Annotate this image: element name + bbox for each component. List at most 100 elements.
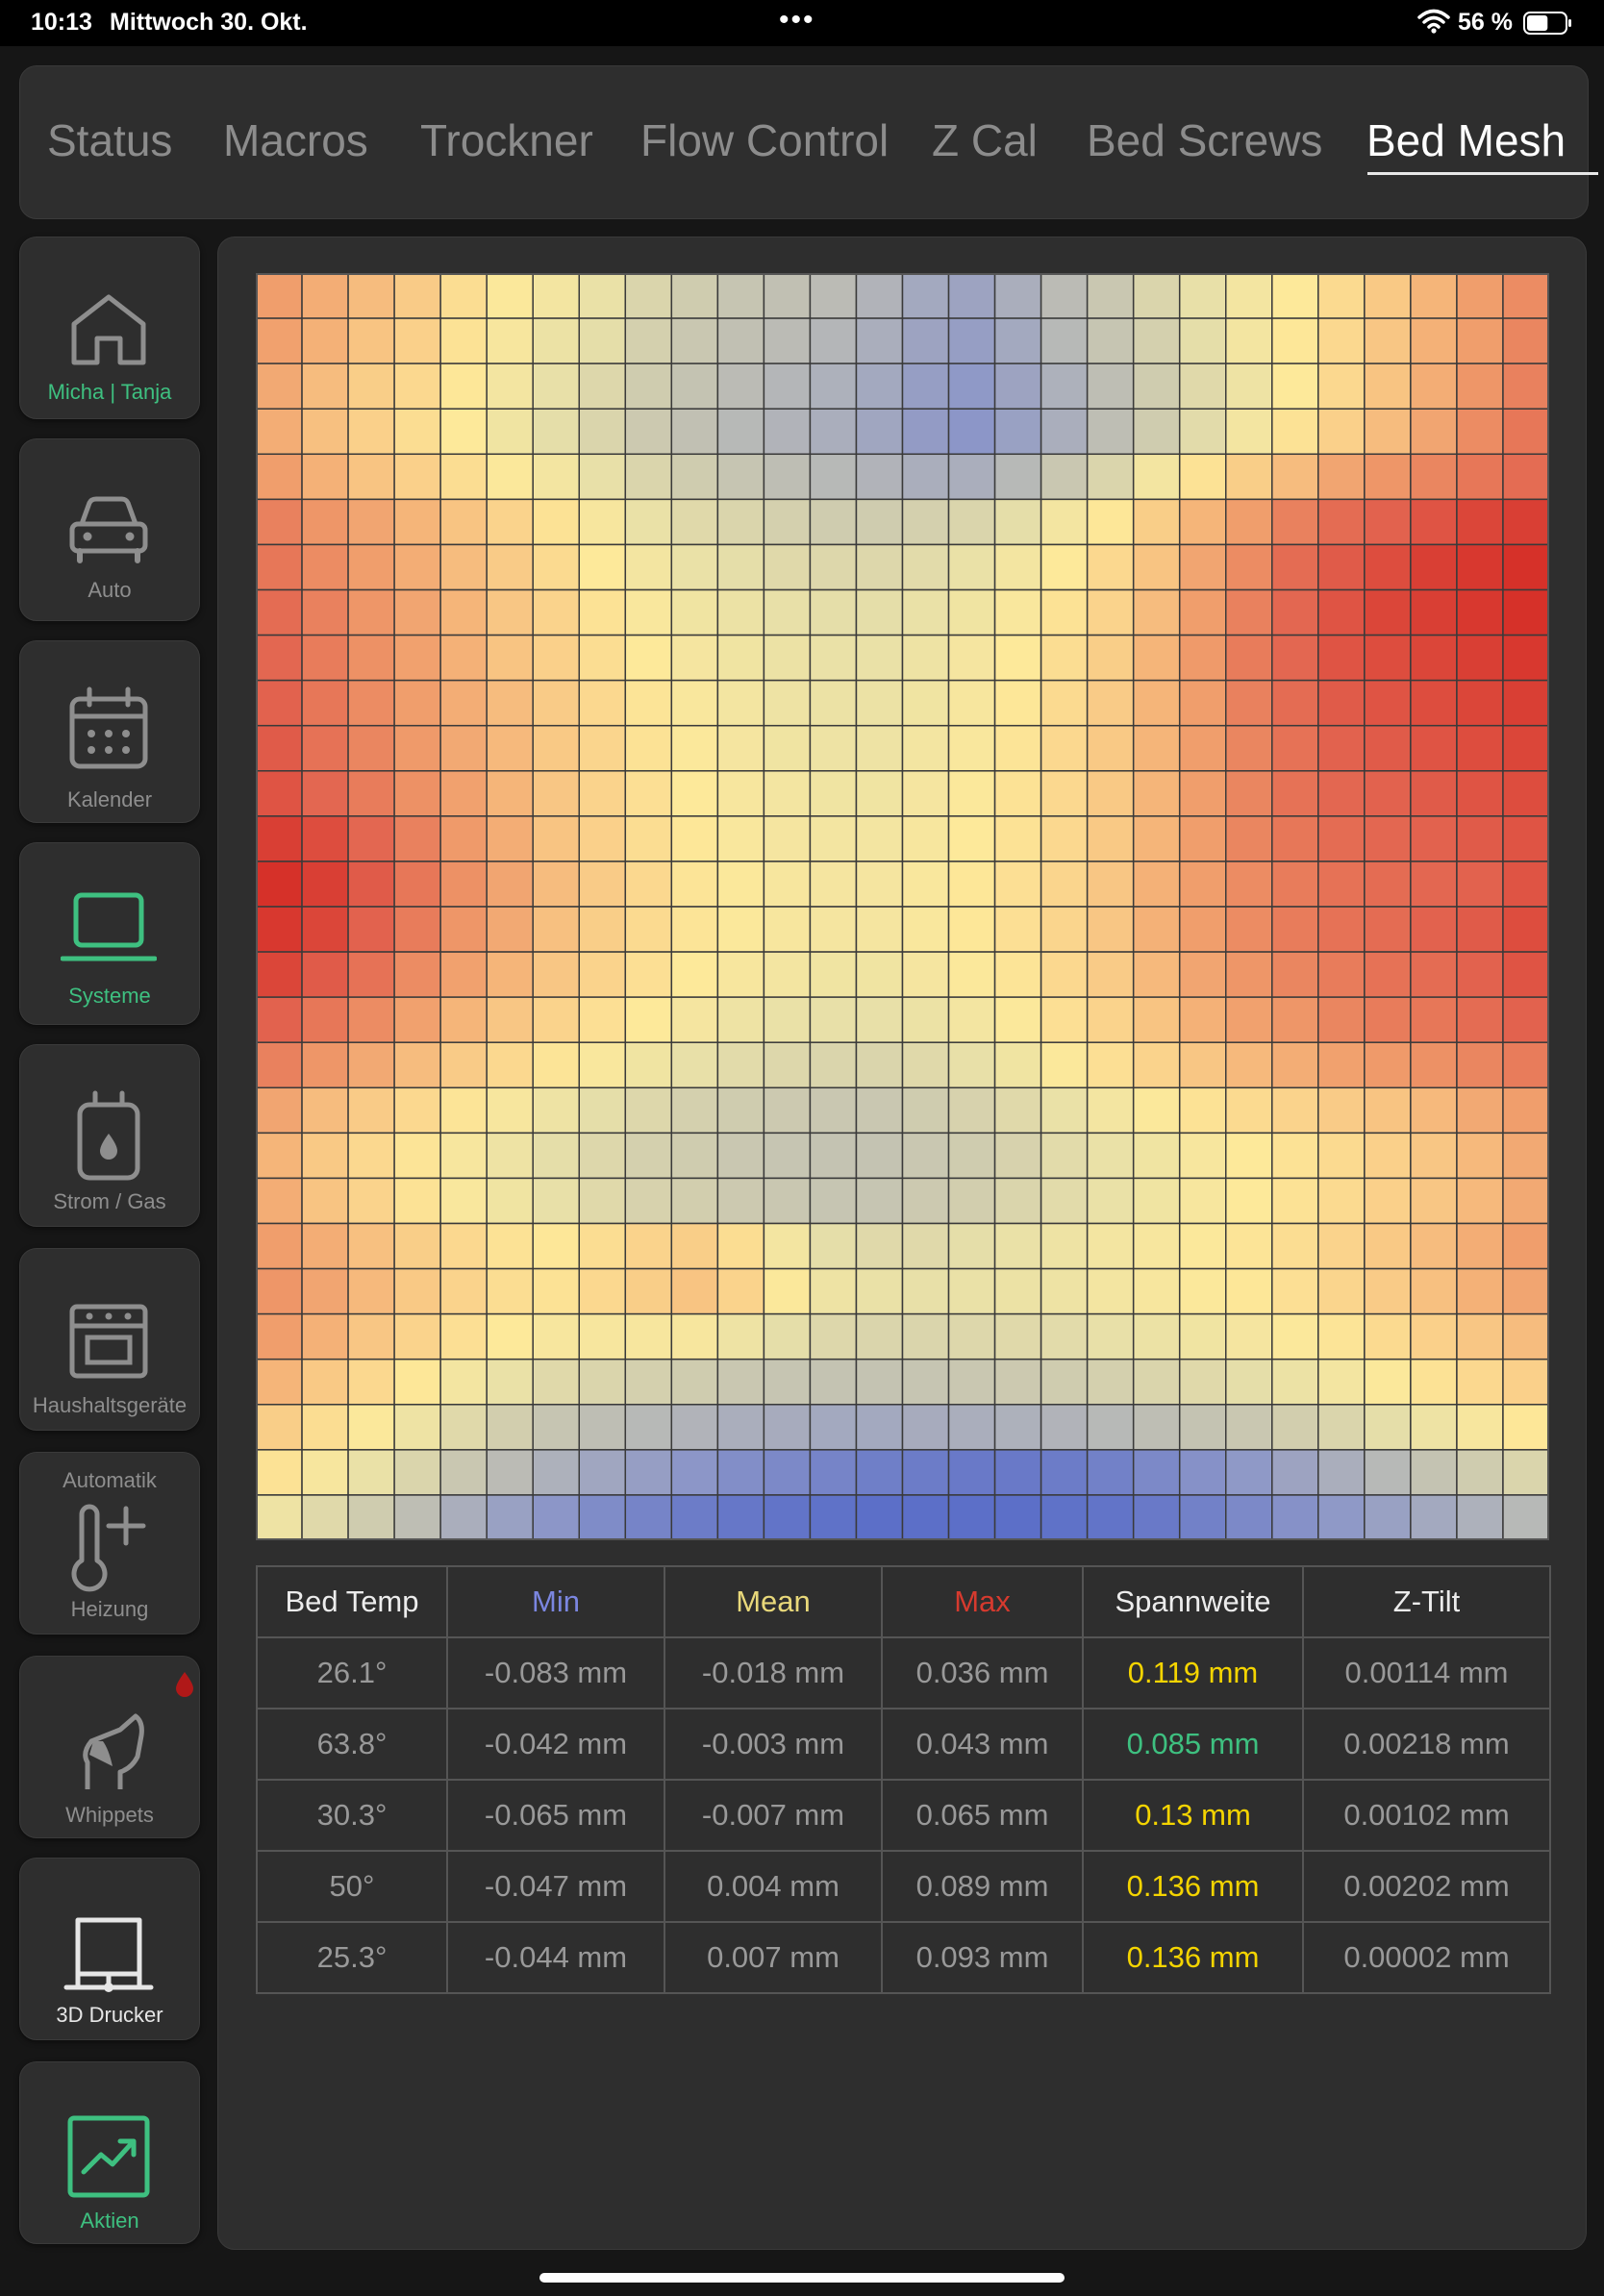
mesh-cell-r11-c5 [486,770,534,817]
sidebar-item-aktien[interactable]: Aktien [19,2061,200,2244]
mesh-cell-r27-c15 [947,1494,996,1540]
multitasking-dots[interactable]: ••• [779,4,815,37]
mesh-cell-r6-c11 [763,543,812,591]
mesh-cell-r20-c3 [393,1177,441,1225]
tab-macros[interactable]: Macros [223,114,368,166]
mesh-cell-r2-c16 [993,362,1042,410]
tab-trockner[interactable]: Trockner [420,114,593,166]
mesh-cell-r5-c25 [1410,498,1458,546]
mesh-cell-r15-c13 [855,951,904,998]
mesh-cell-r22-c2 [347,1267,395,1315]
mesh-cell-r12-c8 [624,815,673,862]
sidebar-label-haushaltsgeraete: Haushaltsgeräte [32,1393,188,1417]
mesh-cell-r3-c6 [532,408,580,456]
mesh-cell-r24-c19 [1132,1358,1181,1406]
mesh-cell-r1-c0 [256,317,303,364]
mesh-cell-r26-c0 [256,1449,303,1496]
mesh-cell-r13-c6 [532,861,580,908]
mesh-cell-r2-c4 [439,362,488,410]
mesh-cell-r11-c19 [1132,770,1181,817]
mesh-cell-r14-c8 [624,906,673,953]
mesh-cell-r12-c15 [947,815,996,862]
mesh-cell-r13-c25 [1410,861,1458,908]
mesh-cell-r26-c19 [1132,1449,1181,1496]
mesh-cell-r16-c16 [993,996,1042,1043]
mesh-cell-r26-c14 [901,1449,950,1496]
mesh-cell-r9-c16 [993,679,1042,727]
mesh-cell-r17-c24 [1364,1041,1412,1089]
mesh-cell-r2-c25 [1410,362,1458,410]
mesh-cell-r9-c14 [901,679,950,727]
mesh-cell-r3-c2 [347,408,395,456]
mesh-cell-r26-c17 [1040,1449,1089,1496]
mesh-cell-r27-c18 [1086,1494,1135,1540]
mesh-cell-r7-c6 [532,588,580,636]
mesh-cell-r10-c10 [716,724,765,772]
tab-bed-mesh[interactable]: Bed Mesh [1366,114,1566,166]
sidebar-item-kalender[interactable]: Kalender [19,640,200,823]
mesh-cell-r23-c0 [256,1312,303,1360]
mesh-cell-r19-c15 [947,1132,996,1180]
laptop-icon [61,892,157,961]
mesh-cell-r11-c22 [1271,770,1319,817]
sidebar-item-haushaltsgeraete[interactable]: Haushaltsgeräte [19,1248,200,1431]
mesh-cell-r27-c26 [1456,1494,1504,1540]
mesh-cell-r17-c16 [993,1041,1042,1089]
mesh-cell-r6-c2 [347,543,395,591]
mesh-cell-r21-c13 [855,1222,904,1270]
mesh-cell-r8-c13 [855,634,904,682]
mesh-cell-r0-c25 [1410,273,1458,319]
mesh-cell-r25-c17 [1040,1404,1089,1451]
mesh-cell-r0-c9 [670,273,719,319]
mesh-cell-r15-c16 [993,951,1042,998]
mesh-cell-r1-c13 [855,317,904,364]
mesh-cell-r3-c9 [670,408,719,456]
mesh-cell-r11-c7 [578,770,627,817]
cell-mean: 0.004 mm [664,1850,883,1923]
mesh-cell-r11-c17 [1040,770,1089,817]
mesh-cell-r0-c23 [1317,273,1366,319]
sidebar-item-home[interactable]: Micha | Tanja [19,237,200,419]
mesh-cell-r0-c18 [1086,273,1135,319]
mesh-cell-r6-c5 [486,543,534,591]
mesh-cell-r6-c1 [301,543,349,591]
mesh-cell-r1-c25 [1410,317,1458,364]
sidebar-item-heizung[interactable]: Automatik Heizung [19,1452,200,1635]
mesh-cell-r27-c0 [256,1494,303,1540]
mesh-cell-r11-c23 [1317,770,1366,817]
tab-bed-screws[interactable]: Bed Screws [1087,114,1322,166]
mesh-cell-r24-c22 [1271,1358,1319,1406]
mesh-cell-r18-c4 [439,1086,488,1135]
mesh-cell-r21-c7 [578,1222,627,1270]
sidebar-item-strom-gas[interactable]: Strom / Gas [19,1044,200,1227]
mesh-cell-r14-c16 [993,906,1042,953]
tab-status[interactable]: Status [47,114,172,166]
mesh-cell-r2-c18 [1086,362,1135,410]
mesh-cell-r7-c15 [947,588,996,636]
sidebar-item-whippets[interactable]: Whippets [19,1656,200,1838]
mesh-cell-r10-c4 [439,724,488,772]
mesh-cell-r23-c2 [347,1312,395,1360]
mesh-cell-r19-c17 [1040,1132,1089,1180]
sidebar-item-3d-drucker[interactable]: 3D Drucker [19,1858,200,2040]
dog-icon [83,1713,144,1789]
mesh-cell-r25-c21 [1225,1404,1273,1451]
mesh-cell-r25-c10 [716,1404,765,1451]
mesh-cell-r13-c23 [1317,861,1366,908]
mesh-cell-r20-c17 [1040,1177,1089,1225]
sidebar-item-systeme[interactable]: Systeme [19,842,200,1025]
printer-icon [63,1917,154,1992]
tab-flow-control[interactable]: Flow Control [640,114,889,166]
header-z-tilt: Z-Tilt [1302,1565,1551,1638]
sidebar-item-auto[interactable]: Auto [19,438,200,621]
mesh-cell-r14-c12 [809,906,858,953]
mesh-cell-r14-c2 [347,906,395,953]
mesh-cell-r10-c1 [301,724,349,772]
tab-z-cal[interactable]: Z Cal [932,114,1038,166]
mesh-cell-r5-c17 [1040,498,1089,546]
mesh-cell-r14-c9 [670,906,719,953]
home-indicator[interactable] [539,2273,1065,2283]
mesh-cell-r20-c4 [439,1177,488,1225]
mesh-cell-r0-c8 [624,273,673,319]
mesh-cell-r16-c9 [670,996,719,1043]
